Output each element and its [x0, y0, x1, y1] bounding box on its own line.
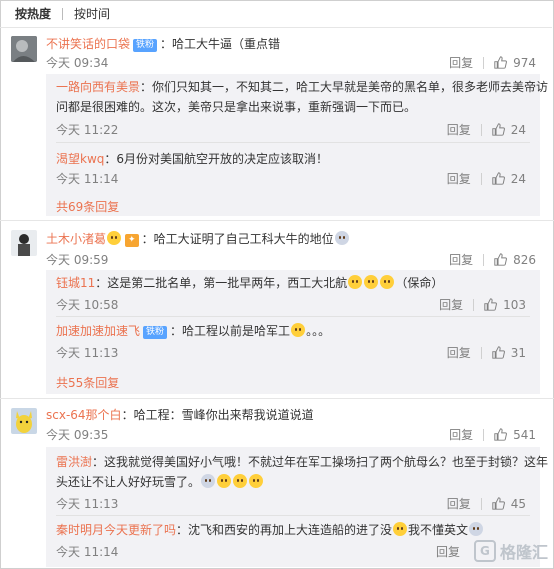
reply-text: 哈工程以前是哈军工 — [182, 324, 291, 338]
comment-actions: 回复 974 — [449, 54, 536, 71]
user-name[interactable]: 渴望kwq — [56, 152, 104, 166]
reply-text: 你们只知其一，不知其二，哈工大早就是美帝的黑名单，很多老师去美帝访 — [152, 80, 549, 94]
emoji-icon — [380, 275, 395, 289]
reply-time: 今天 10:58 — [56, 298, 119, 312]
emoji-icon — [217, 474, 232, 488]
user-name[interactable]: scx-64那个白 — [46, 408, 122, 422]
emoji-icon — [249, 474, 264, 488]
emoji-icon — [201, 474, 216, 488]
user-name[interactable]: 一路向西有美景 — [56, 80, 140, 94]
tab-divider — [62, 7, 64, 20]
emoji-icon — [364, 275, 379, 289]
reply-list: 雷洪澍：这我就觉得美国好小气哦！不就过年在军工操场扫了两个航母么？也至于封锁？这… — [46, 447, 548, 567]
user-name[interactable]: 秦时明月今天更新了吗 — [56, 523, 176, 537]
emoji-icon — [334, 231, 349, 245]
reply-button[interactable]: 回复 — [439, 296, 463, 313]
emoji-icon — [107, 231, 122, 245]
comment-time: 今天 09:34 — [46, 56, 109, 70]
vip-badge: ✦ — [125, 234, 139, 247]
like-count: 103 — [503, 297, 526, 312]
reply-button[interactable]: 回复 — [447, 170, 471, 187]
avatar[interactable] — [11, 408, 37, 434]
like-count: 24 — [510, 171, 526, 186]
thumbs-up-icon — [484, 298, 498, 311]
fan-badge: 铁粉 — [143, 326, 168, 339]
reply-time: 今天 11:14 — [56, 172, 119, 186]
reply-list: 钰城11：这是第二批名单，第一批早两年，西工大北航 （保命） 今天 10:58 回… — [46, 270, 540, 394]
thumbs-up-icon — [492, 346, 505, 359]
emoji-icon — [469, 522, 484, 536]
reply-text: 这我就觉得美国好小气哦！不就过年在军工操场扫了两个航母么？也至于封锁？这年 — [104, 455, 549, 469]
comment-text: 哈工程：雪峰你出来帮我说道说道 — [133, 408, 314, 422]
reply-text-cont: 头还让不让人好好玩雪了。 — [56, 475, 201, 489]
comment-body: scx-64那个白：哈工程：雪峰你出来帮我说道说道 — [46, 408, 314, 422]
more-replies-link[interactable]: 共69条回复 — [56, 198, 119, 215]
comment-text: 哈工大牛逼（重点错 — [172, 37, 281, 51]
comment-text: 哈工大证明了自己工科大牛的地位 — [153, 232, 334, 246]
thumbs-up-icon — [492, 172, 505, 185]
watermark-text: 格隆汇 — [499, 543, 548, 562]
tab-by-hot[interactable]: 按热度 — [8, 0, 58, 28]
like-count: 45 — [510, 496, 526, 511]
like-button[interactable]: 826 — [494, 253, 536, 267]
reply-button[interactable]: 回复 — [447, 495, 471, 512]
emoji-icon — [233, 474, 248, 488]
comment-item: scx-64那个白：哈工程：雪峰你出来帮我说道说道 今天 09:35 回复 54… — [0, 400, 552, 569]
like-count: 541 — [513, 427, 536, 442]
user-name[interactable]: 不讲笑话的口袋 — [46, 37, 130, 51]
reply-list: 一路向西有美景：你们只知其一，不知其二，哈工大早就是美帝的黑名单，很多老师去美帝… — [46, 74, 548, 216]
reply-text: 这是第二批名单，第一批早两年，西工大北航 — [107, 276, 348, 290]
comment-time: 今天 09:35 — [46, 428, 109, 442]
thumbs-up-icon — [494, 56, 508, 69]
reply-text: 6月份对美国航空开放的决定应该取消！ — [116, 152, 329, 166]
reply-button[interactable]: 回复 — [436, 543, 460, 560]
like-button[interactable]: 974 — [494, 56, 536, 70]
like-button[interactable]: 24 — [492, 123, 526, 137]
thumbs-up-icon — [492, 123, 505, 136]
reply-button[interactable]: 回复 — [449, 426, 473, 443]
emoji-icon — [393, 522, 408, 536]
like-button[interactable]: 45 — [492, 497, 526, 511]
fan-badge: 铁粉 — [133, 39, 158, 52]
reply-button[interactable]: 回复 — [449, 54, 473, 71]
thumbs-up-icon — [492, 497, 505, 510]
comment-body: 不讲笑话的口袋 铁粉 ：哈工大牛逼（重点错 — [46, 37, 281, 52]
reply-text: 沈飞和西安的再加上大连造船的进了没 — [188, 523, 393, 537]
comment-time: 今天 09:59 — [46, 253, 109, 267]
user-name[interactable]: 钰城11 — [56, 276, 95, 290]
like-button[interactable]: 24 — [492, 172, 526, 186]
thumbs-up-icon — [494, 253, 508, 266]
reply-time: 今天 11:22 — [56, 123, 119, 137]
emoji-icon — [291, 323, 306, 337]
watermark-logo-icon: G — [473, 540, 496, 562]
comment-item: 不讲笑话的口袋 铁粉 ：哈工大牛逼（重点错 今天 09:34 回复 974 一路向西… — [0, 28, 552, 218]
thumbs-up-icon — [494, 428, 508, 441]
reply-button[interactable]: 回复 — [447, 344, 471, 361]
emoji-icon — [348, 275, 363, 289]
like-button[interactable]: 103 — [484, 298, 526, 312]
user-name[interactable]: 土木小渚葛 — [46, 232, 106, 246]
like-button[interactable]: 541 — [494, 428, 536, 442]
like-button[interactable]: 31 — [492, 346, 526, 360]
more-replies-link[interactable]: 共55条回复 — [56, 374, 119, 391]
comment-body: 土木小渚葛 ✦ ：哈工大证明了自己工科大牛的地位 — [46, 230, 540, 248]
avatar[interactable] — [11, 36, 37, 62]
like-count: 31 — [510, 345, 526, 360]
reply-time: 今天 11:13 — [56, 346, 119, 360]
tab-by-time[interactable]: 按时间 — [67, 0, 117, 28]
avatar[interactable] — [11, 230, 37, 256]
reply-button[interactable]: 回复 — [447, 121, 471, 138]
reply-time: 今天 11:14 — [56, 545, 119, 559]
reply-button[interactable]: 回复 — [449, 251, 473, 268]
sort-tabs: 按热度 按时间 — [0, 0, 552, 28]
comment-item: 土木小渚葛 ✦ ：哈工大证明了自己工科大牛的地位 今天 09:59 回复 826 钰… — [0, 222, 552, 397]
like-count: 24 — [510, 122, 526, 137]
reply-time: 今天 11:13 — [56, 497, 119, 511]
like-count: 826 — [513, 252, 536, 267]
like-count: 974 — [513, 55, 536, 70]
watermark: G 格隆汇 — [473, 539, 548, 563]
user-name[interactable]: 雷洪澍 — [56, 455, 92, 469]
user-name[interactable]: 加速加速加速飞 — [56, 324, 140, 338]
reply-text-cont: 问都是很困难的。这次，美帝只是拿出来说事，重新强调一下而已。 — [56, 100, 417, 114]
